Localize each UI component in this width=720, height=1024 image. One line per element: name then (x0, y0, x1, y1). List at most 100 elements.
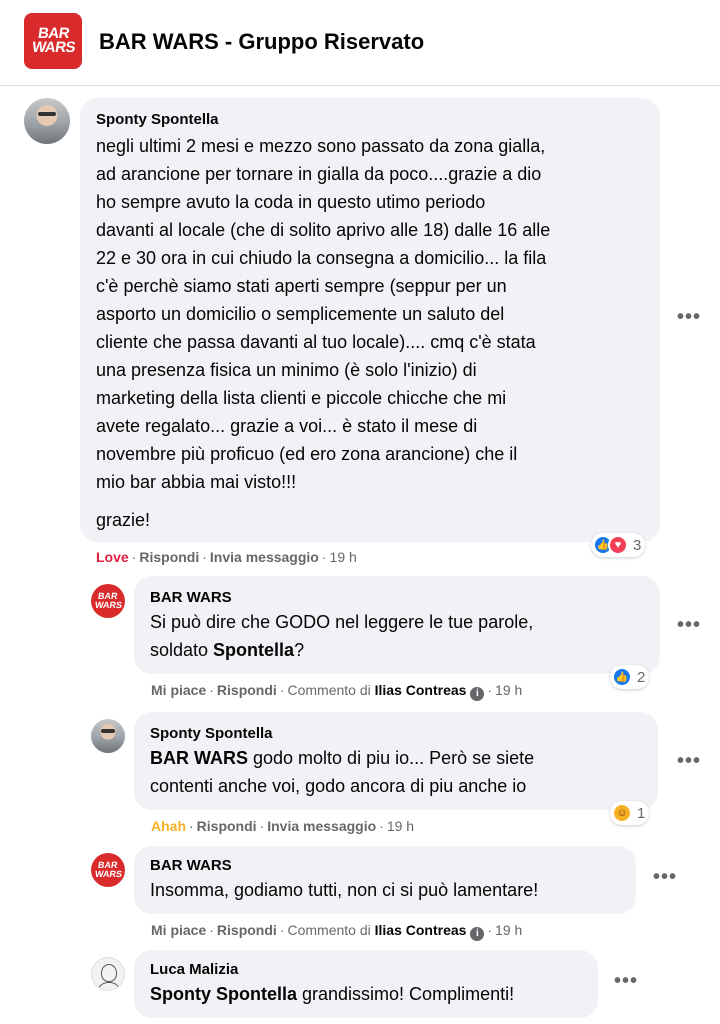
reaction-summary[interactable]: 👍 ♥ 3 (591, 533, 646, 557)
reaction-summary[interactable]: 👍 2 (610, 665, 650, 689)
avatar-bar-wars[interactable]: BAR WARS (91, 853, 125, 887)
like-icon: 👍 (612, 667, 632, 687)
separator: · (189, 818, 194, 834)
reaction-count: 1 (637, 804, 646, 822)
separator: · (202, 549, 207, 565)
reaction-love-button[interactable]: Love (96, 549, 129, 565)
avatar-bar-wars[interactable]: BAR WARS (91, 584, 125, 618)
comment-actions: Ahah · Rispondi · Invia messaggio · 19 h (151, 816, 414, 836)
comment-line: davanti al locale (che di solito aprivo … (96, 220, 551, 240)
send-message-button[interactable]: Invia messaggio (267, 818, 376, 834)
avatar-luca-malizia[interactable] (91, 957, 125, 991)
comment-author[interactable]: BAR WARS (150, 856, 620, 876)
comment-line: grazie! (96, 510, 151, 530)
comment-text: negli ultimi 2 mesi e mezzo sono passato… (96, 132, 644, 534)
comment-text: Sponty Spontella grandissimo! Compliment… (150, 980, 582, 1008)
comment-line: ho sempre avuto la coda in questo utimo … (96, 192, 486, 212)
more-options-icon[interactable]: ••• (614, 970, 638, 993)
reply-bubble: BAR WARS Si può dire che GODO nel legger… (134, 576, 660, 674)
logo-text-wars: WARS (93, 869, 123, 879)
info-icon[interactable]: i (470, 687, 485, 701)
haha-icon: ☺ (612, 803, 632, 823)
mention-link[interactable]: Spontella (213, 640, 294, 660)
comment-line: novembre più proficuo (ed ero zona aranc… (96, 444, 518, 464)
mention-link[interactable]: Sponty Spontella (150, 984, 297, 1004)
more-options-icon[interactable]: ••• (677, 750, 701, 773)
text-segment: grandissimo! Complimenti! (297, 984, 515, 1004)
comment-line: una presenza fisica un minimo (è solo l'… (96, 360, 477, 380)
heart-icon: ♥ (608, 535, 628, 555)
comment-line: marketing della lista clienti e piccole … (96, 388, 507, 408)
comment-line: 22 e 30 ora in cui chiudo la consegna a … (96, 248, 547, 268)
send-message-button[interactable]: Invia messaggio (210, 549, 319, 565)
comment-by-author[interactable]: Ilias Contreas (375, 922, 467, 938)
separator: · (209, 922, 214, 938)
timestamp[interactable]: 19 h (330, 549, 357, 565)
text-segment: ? (294, 640, 305, 660)
separator: · (279, 682, 285, 698)
avatar-sponty-spontella[interactable] (24, 98, 70, 144)
comment-actions: Love · Rispondi · Invia messaggio · 19 h (96, 547, 357, 567)
comment-text: BAR WARS godo molto di piu io... Però se… (150, 744, 642, 800)
reply-bubble: Sponty Spontella BAR WARS godo molto di … (134, 712, 658, 810)
comment-line: avete regalato... grazie a voi... è stat… (96, 416, 478, 436)
timestamp[interactable]: 19 h (387, 818, 414, 834)
text-segment: soldato (150, 640, 214, 660)
logo-text-wars: WARS (30, 39, 76, 56)
mention-link[interactable]: BAR WARS (150, 748, 248, 768)
reaction-summary[interactable]: ☺ 1 (610, 801, 650, 825)
comment-author[interactable]: Sponty Spontella (96, 110, 644, 130)
comment-author[interactable]: Sponty Spontella (150, 724, 642, 744)
separator: · (487, 682, 493, 698)
comment-line: mio bar abbia mai visto!!! (96, 472, 297, 492)
separator: · (379, 818, 384, 834)
reaction-haha-button[interactable]: Ahah (151, 818, 186, 834)
separator: · (321, 549, 327, 565)
comment-by-author[interactable]: Ilias Contreas (375, 682, 467, 698)
comment-line: negli ultimi 2 mesi e mezzo sono passato… (96, 136, 546, 156)
more-options-icon[interactable]: ••• (677, 306, 701, 329)
info-icon[interactable]: i (470, 927, 485, 941)
more-options-icon[interactable]: ••• (677, 614, 701, 637)
timestamp[interactable]: 19 h (495, 682, 522, 698)
group-header: BAR WARS BAR WARS - Gruppo Riservato (0, 0, 720, 86)
text-segment: godo molto di piu io... Però se siete (248, 748, 535, 768)
reply-button[interactable]: Rispondi (139, 549, 199, 565)
like-button[interactable]: Mi piace (151, 682, 206, 698)
comment-author[interactable]: Luca Malizia (150, 960, 582, 980)
separator: · (487, 922, 493, 938)
comment-by-label: Commento di (287, 682, 371, 698)
reply-button[interactable]: Rispondi (217, 682, 277, 698)
group-logo[interactable]: BAR WARS (24, 13, 82, 69)
timestamp[interactable]: 19 h (495, 922, 522, 938)
reply-button[interactable]: Rispondi (217, 922, 277, 938)
avatar-sponty-spontella[interactable] (91, 719, 125, 753)
separator: · (209, 682, 214, 698)
more-options-icon[interactable]: ••• (653, 866, 677, 889)
comment-line: ad arancione per tornare in gialla da po… (96, 164, 542, 184)
comment-line: BAR WARS godo molto di piu io... Però se… (150, 744, 642, 772)
comment-actions: Mi piace · Rispondi · Commento di Ilias Cont… (151, 680, 522, 701)
reply-bubble: Luca Malizia Sponty Spontella grandissim… (134, 950, 598, 1018)
separator: · (131, 549, 137, 565)
comment-text: Insomma, godiamo tutti, non ci si può la… (150, 880, 539, 900)
reaction-count: 3 (633, 536, 642, 554)
separator: · (259, 818, 265, 834)
comment-line: cliente che passa davanti al tuo locale)… (96, 332, 536, 352)
group-title[interactable]: BAR WARS - Gruppo Riservato (99, 29, 424, 55)
comment-actions: Mi piace · Rispondi · Commento di Ilias Cont… (151, 920, 522, 941)
comment-line: contenti anche voi, godo ancora di piu a… (150, 776, 527, 796)
reply-button[interactable]: Rispondi (197, 818, 257, 834)
comment-line: Si può dire che GODO nel leggere le tue … (150, 612, 534, 632)
comment-line: soldato Spontella? (150, 636, 644, 664)
comment-line: c'è perchè siamo stati aperti sempre (se… (96, 276, 507, 296)
logo-text-wars: WARS (93, 600, 123, 610)
comment-by-label: Commento di (287, 922, 371, 938)
comment-author[interactable]: BAR WARS (150, 588, 644, 608)
comment-text: Si può dire che GODO nel leggere le tue … (150, 608, 644, 664)
like-button[interactable]: Mi piace (151, 922, 206, 938)
separator: · (279, 922, 285, 938)
comment-bubble: Sponty Spontella negli ultimi 2 mesi e m… (80, 98, 660, 542)
comment-line: asporto un domicilio o semplicemente un … (96, 304, 505, 324)
reply-bubble: BAR WARS Insomma, godiamo tutti, non ci … (134, 846, 636, 914)
